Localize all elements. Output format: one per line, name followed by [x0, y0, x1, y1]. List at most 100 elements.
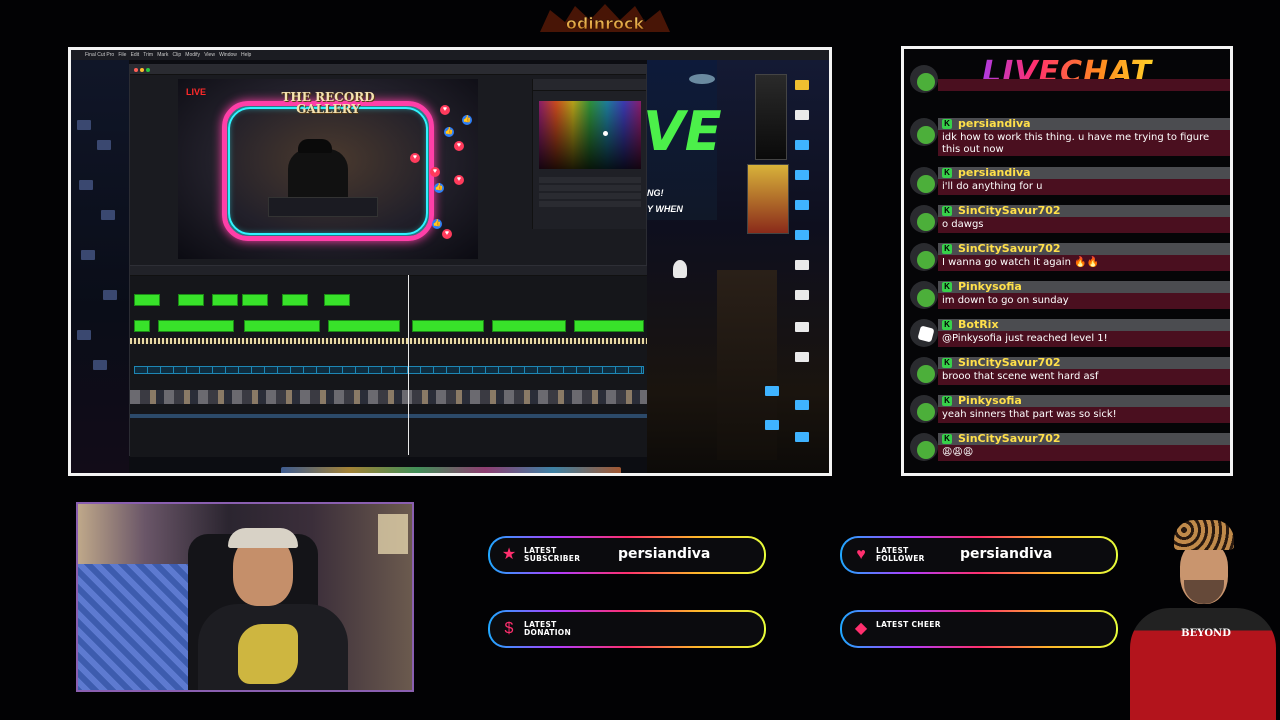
dollar-icon: $	[504, 620, 514, 637]
desktop-folder-icon[interactable]	[795, 230, 809, 240]
timeline-clip[interactable]	[134, 294, 160, 306]
chat-message: K BotRix @Pinkysofia just reached level 1!	[908, 316, 1230, 350]
minimize-icon[interactable]	[140, 68, 144, 72]
mac-dock[interactable]	[281, 467, 621, 473]
color-board-shade	[539, 101, 641, 169]
like-reaction-icon: 👍	[462, 115, 472, 125]
like-reaction-icon: 👍	[432, 219, 442, 229]
chat-username[interactable]: SinCitySavur702	[958, 204, 1061, 217]
turntables	[268, 197, 378, 217]
desktop-folder-icon[interactable]	[795, 400, 809, 410]
timeline-clip[interactable]	[178, 294, 204, 306]
timeline-toolbar[interactable]	[130, 266, 648, 276]
chat-text: @Pinkysofia just reached level 1!	[942, 333, 1108, 344]
desktop-file-icon[interactable]	[795, 322, 809, 332]
timeline-clip[interactable]	[412, 320, 484, 332]
color-controls-list[interactable]	[539, 177, 641, 207]
inspector-tabs[interactable]	[533, 79, 646, 91]
close-icon[interactable]	[134, 68, 138, 72]
chat-text: 😩😩😩	[942, 447, 974, 458]
timeline-clip[interactable]	[134, 320, 150, 332]
webcam-feed	[76, 502, 414, 692]
chat-text: im down to go on sunday	[942, 295, 1069, 306]
desktop-folder-icon[interactable]	[765, 420, 779, 430]
chat-message	[908, 65, 1230, 93]
bed	[78, 564, 188, 690]
timeline-clip[interactable]	[282, 294, 308, 306]
heart-reaction-icon: ♥	[430, 167, 440, 177]
video-filmstrip-track[interactable]	[130, 390, 648, 404]
wallpaper-sub-2: Y WHEN	[647, 204, 683, 214]
chat-username[interactable]: Pinkysofia	[958, 280, 1022, 293]
desktop-folder-icon[interactable]	[795, 200, 809, 210]
desktop-file-icon[interactable]	[795, 260, 809, 270]
audio-track-lower[interactable]	[130, 414, 648, 418]
mac-menubar: Final Cut Pro File Edit Trim Mark Clip M…	[71, 50, 829, 60]
kick-avatar-icon	[917, 126, 935, 144]
timeline-clip[interactable]	[244, 320, 320, 332]
kick-avatar-icon	[917, 403, 935, 421]
desktop-folder-icon[interactable]	[795, 140, 809, 150]
kick-badge-icon: K	[942, 168, 952, 178]
desktop-left-area	[71, 60, 129, 473]
kick-avatar-icon	[917, 289, 935, 307]
desktop-folder-icon[interactable]	[795, 80, 809, 90]
chat-text	[942, 79, 1227, 91]
channel-logo: odinrock	[540, 4, 670, 33]
timeline-clip[interactable]	[492, 320, 566, 332]
final-cut-pro-window[interactable]: THE RECORD GALLERY LIVE ♥ 👍 👍 ♥ ♥ ♥ ♥ 👍 …	[129, 64, 648, 457]
video-frame: THE RECORD GALLERY LIVE ♥ 👍 👍 ♥ ♥ ♥ ♥ 👍 …	[178, 79, 478, 259]
timeline-clip[interactable]	[212, 294, 238, 306]
chat-username[interactable]: SinCitySavur702	[958, 242, 1061, 255]
timeline[interactable]	[130, 265, 648, 457]
shirt-text: BEYOND	[1181, 628, 1231, 639]
chat-username[interactable]: BotRix	[958, 318, 999, 331]
heart-reaction-icon: ♥	[442, 229, 452, 239]
timeline-clip[interactable]	[324, 294, 350, 306]
desktop-folder-icon[interactable]	[795, 432, 809, 442]
chat-text: i'll do anything for u	[942, 181, 1043, 192]
desktop-file-icon[interactable]	[795, 352, 809, 362]
heart-reaction-icon: ♥	[454, 141, 464, 151]
desktop-folder-icon[interactable]	[795, 170, 809, 180]
chat-message: K Pinkysofia im down to go on sunday	[908, 278, 1230, 312]
timeline-clip[interactable]	[574, 320, 644, 332]
pulp-fiction-poster	[747, 164, 789, 234]
latest-subscriber-bar: ★ LATEST SUBSCRIBER persiandiva	[488, 536, 766, 574]
video-viewer[interactable]: THE RECORD GALLERY LIVE ♥ 👍 👍 ♥ ♥ ♥ ♥ 👍 …	[178, 79, 478, 259]
kick-badge-icon: K	[942, 434, 952, 444]
kick-badge-icon: K	[942, 119, 952, 129]
timeline-clip[interactable]	[158, 320, 234, 332]
latest-donation-bar: $ LATEST DONATION	[488, 610, 766, 648]
chat-username[interactable]: persiandiva	[958, 166, 1031, 179]
alert-label: LATEST FOLLOWER	[876, 546, 925, 563]
color-puck[interactable]	[603, 131, 608, 136]
desktop-file-icon[interactable]	[795, 110, 809, 120]
streamer-cutout: BEYOND	[1126, 520, 1276, 720]
avatar	[910, 65, 938, 93]
desktop-file-icon[interactable]	[795, 290, 809, 300]
kick-avatar-icon	[917, 441, 935, 459]
like-reaction-icon: 👍	[434, 183, 444, 193]
timeline-clip[interactable]	[242, 294, 268, 306]
chat-username[interactable]: Pinkysofia	[958, 394, 1022, 407]
avatar	[910, 118, 938, 146]
audio-waveform-track[interactable]	[130, 338, 648, 344]
color-inspector[interactable]	[532, 79, 646, 229]
chat-username[interactable]: persiandiva	[958, 117, 1031, 130]
chat-username[interactable]: SinCitySavur702	[958, 432, 1061, 445]
dj-hat	[298, 139, 332, 153]
audio-track[interactable]	[134, 366, 644, 374]
chat-username[interactable]: SinCitySavur702	[958, 356, 1061, 369]
shirt-graphic	[238, 624, 298, 684]
kick-avatar-icon	[917, 175, 935, 193]
timeline-clip[interactable]	[328, 320, 400, 332]
chat-text: brooo that scene went hard asf	[942, 371, 1099, 382]
zoom-icon[interactable]	[146, 68, 150, 72]
desktop-folder-icon[interactable]	[765, 386, 779, 396]
playhead[interactable]	[408, 275, 409, 455]
avatar	[910, 357, 938, 385]
fcp-toolbar	[130, 65, 646, 75]
avatar	[910, 167, 938, 195]
avatar	[910, 281, 938, 309]
